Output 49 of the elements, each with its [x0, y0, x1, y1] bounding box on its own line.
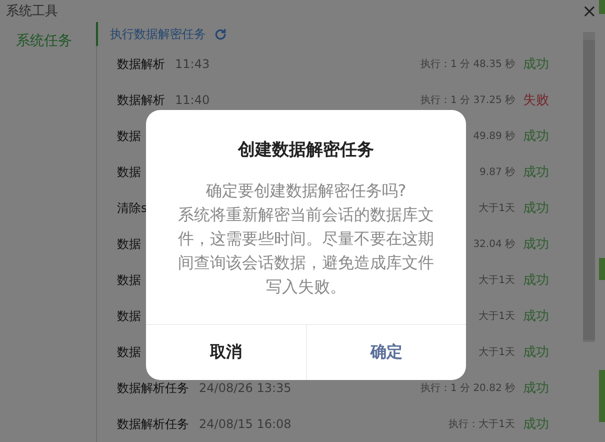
task-status: 成功 [523, 308, 549, 325]
task-name: 数据解析 [117, 92, 165, 108]
section-title[interactable]: 执行数据解密任务 [110, 26, 206, 42]
scrollbar-thumb[interactable] [583, 40, 595, 340]
task-duration: 大于1天 [478, 274, 515, 287]
side-tab[interactable] [599, 258, 605, 280]
task-duration: 大于1天 [478, 346, 515, 359]
task-duration: 执行：1 分 48.35 秒 [420, 58, 515, 71]
task-name: 数据 [117, 164, 141, 180]
refresh-icon[interactable] [214, 28, 227, 40]
dialog-message: 确定要创建数据解密任务吗? 系统将重新解密当前会话的数据库文 件，这需要些时间。尽量不要在这期 间查询该会话数据，避免造成库文件 写入失败。 [178, 180, 434, 298]
task-time: 24/08/26 13:35 [199, 381, 292, 395]
task-duration: 49.89 秒 [473, 130, 515, 143]
task-name: 数据 [117, 272, 141, 288]
close-button[interactable]: × [582, 0, 597, 22]
task-status: 成功 [523, 128, 549, 145]
side-tab[interactable] [599, 370, 605, 422]
side-tab[interactable] [599, 0, 605, 14]
task-duration: 大于1天 [478, 310, 515, 323]
task-name: 数据解析任务 [117, 416, 189, 432]
dialog-title: 创建数据解密任务 [236, 139, 375, 161]
task-status: 成功 [523, 344, 549, 361]
sidebar-item[interactable]: 系统任务 [16, 32, 80, 50]
task-time: 24/08/15 16:08 [199, 417, 292, 431]
task-duration: 9.87 秒 [480, 166, 515, 179]
task-status: 成功 [523, 200, 549, 217]
task-duration: 32.04 秒 [473, 238, 515, 251]
task-status: 成功 [523, 56, 549, 73]
task-name: 数据解析 [117, 56, 165, 72]
task-duration: 执行：1 分 37.25 秒 [420, 94, 515, 107]
task-status: 成功 [523, 416, 549, 433]
task-status: 成功 [523, 236, 549, 253]
task-name: 数据 [117, 128, 141, 144]
confirm-button[interactable]: 确定 [306, 325, 466, 380]
task-duration: 执行：大于1天 [448, 418, 515, 431]
task-duration: 执行：1 分 20.82 秒 [420, 382, 515, 395]
task-time: 11:43 [175, 57, 210, 71]
task-name: 数据解析任务 [117, 380, 189, 396]
task-status: 失败 [523, 92, 549, 109]
task-name: 数据 [117, 344, 141, 360]
task-status: 成功 [523, 164, 549, 181]
task-name: 数据 [117, 236, 141, 252]
task-duration: 大于1天 [478, 202, 515, 215]
cancel-button[interactable]: 取消 [146, 325, 306, 380]
task-status: 成功 [523, 380, 549, 397]
task-time: 11:40 [175, 93, 210, 107]
task-status: 成功 [523, 272, 549, 289]
task-name: 数据 [117, 308, 141, 324]
window-title: 系统工具 [6, 3, 58, 20]
